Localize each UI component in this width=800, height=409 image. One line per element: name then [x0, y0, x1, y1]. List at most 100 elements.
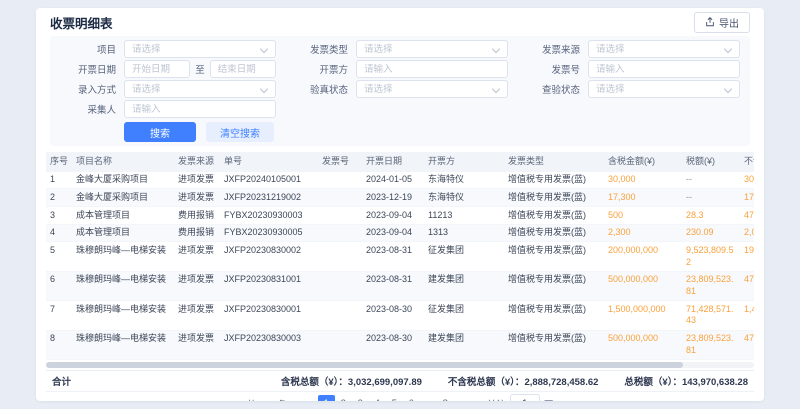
filter-verify-status-select-input[interactable] — [364, 84, 500, 95]
filter-field-entry-method: 录入方式 — [60, 80, 276, 98]
cell-type: 增值税专用发票(蓝) — [504, 172, 604, 189]
cell-issuer: 征发集团 — [424, 301, 504, 329]
pagination-page-2[interactable]: 2 — [335, 395, 352, 401]
filter-invoice-source-select[interactable] — [588, 40, 740, 58]
cell-order_no: FYBX20230930003 — [220, 207, 318, 224]
pagination-ellipsis[interactable]: ... — [420, 395, 437, 401]
pagination-page-1[interactable]: 1 — [318, 395, 335, 401]
filter-invoice-source-select-input[interactable] — [596, 44, 732, 55]
pagination-next-button[interactable]: › — [457, 395, 474, 401]
filter-grid: 项目发票类型发票来源开票日期至开票方发票号录入方式验真状态查验状态采集人 — [60, 40, 740, 118]
cell-tax: -- — [682, 172, 740, 189]
filter-label-invoice-no: 发票号 — [524, 62, 580, 76]
export-button[interactable]: 导出 — [694, 12, 750, 33]
filter-entry-method-select-input[interactable] — [132, 84, 268, 95]
filter-field-issuer: 开票方 — [292, 60, 508, 78]
horizontal-scrollbar-thumb[interactable] — [46, 362, 683, 368]
export-icon — [705, 17, 715, 27]
filter-invoice-date-start[interactable] — [124, 60, 190, 78]
cell-amount_with_tax: 500,000,000 — [604, 331, 682, 359]
filter-invoice-type-select[interactable] — [356, 40, 508, 58]
pagination-page-8[interactable]: 8 — [437, 395, 454, 401]
filter-issuer-input-input[interactable] — [364, 64, 500, 75]
filter-collector-input[interactable] — [124, 100, 276, 118]
filter-field-invoice-source: 发票来源 — [524, 40, 740, 58]
cell-date: 2023-09-04 — [362, 225, 424, 242]
filter-invoice-date-end-input[interactable] — [218, 64, 268, 75]
summary-tax-value: 143,970,638.28 — [682, 377, 748, 388]
filter-issuer-input[interactable] — [356, 60, 508, 78]
column-header-amount_without_tax: 不含税金额(¥) — [740, 152, 754, 172]
cell-project: 成本管理项目 — [72, 207, 174, 224]
filter-invoice-no-input[interactable] — [588, 60, 740, 78]
cell-order_no: JXFP20230830003 — [220, 331, 318, 359]
column-header-invoice_no: 发票号 — [318, 152, 362, 172]
cell-tax: 23,809,523.81 — [682, 272, 740, 300]
table-header-clip: 序号项目名称发票来源单号发票号开票日期开票方发票类型含税金额(¥)税额(¥)不含… — [46, 152, 754, 172]
filter-verify-status-select[interactable] — [356, 80, 508, 98]
cell-type: 增值税专用发票(蓝) — [504, 272, 604, 300]
cell-date: 2023-08-31 — [362, 272, 424, 300]
pagination-page-4[interactable]: 4 — [369, 395, 386, 401]
column-header-index: 序号 — [46, 152, 72, 172]
filter-label-invoice-source: 发票来源 — [524, 42, 580, 56]
filter-invoice-no-input-input[interactable] — [596, 64, 732, 75]
cell-type: 增值税专用发票(蓝) — [504, 189, 604, 206]
filter-project-select[interactable] — [124, 40, 276, 58]
cell-index: 3 — [46, 207, 72, 224]
pagination-prev-button[interactable]: ‹ — [298, 395, 315, 401]
pagination-page-6[interactable]: 6 — [403, 395, 420, 401]
cell-tax: 28.3 — [682, 207, 740, 224]
goto-page-input[interactable] — [510, 394, 540, 401]
cell-issuer: 11213 — [424, 207, 504, 224]
cell-tax: 71,428,571.43 — [682, 301, 740, 329]
cell-date: 2023-08-30 — [362, 331, 424, 359]
filter-field-collector: 采集人 — [60, 100, 276, 118]
filter-collector-input-input[interactable] — [132, 104, 268, 115]
pagination-page-5[interactable]: 5 — [386, 395, 403, 401]
page-title: 收票明细表 — [50, 13, 113, 32]
cell-project: 珠穆朗玛峰—电梯安装 — [72, 301, 174, 329]
cell-date: 2023-08-30 — [362, 301, 424, 329]
cell-invoice_no — [318, 331, 362, 359]
cell-index: 2 — [46, 189, 72, 206]
filter-field-project: 项目 — [60, 40, 276, 58]
cell-order_no: JXFP20230830002 — [220, 242, 318, 270]
cell-tax: 230.09 — [682, 225, 740, 242]
filter-invoice-date-end[interactable] — [210, 60, 276, 78]
filter-label-collector: 采集人 — [60, 102, 116, 116]
cell-invoice_no — [318, 225, 362, 242]
horizontal-scrollbar[interactable] — [46, 362, 754, 368]
filter-entry-method-select[interactable] — [124, 80, 276, 98]
summary-without-tax-label: 不含税总额（¥）： — [448, 377, 525, 388]
search-button[interactable]: 搜索 — [124, 122, 196, 142]
cell-type: 增值税专用发票(蓝) — [504, 301, 604, 329]
summary-without-tax-value: 2,888,728,458.62 — [524, 377, 598, 388]
filter-project-select-input[interactable] — [132, 44, 268, 55]
cell-invoice_no — [318, 242, 362, 270]
cell-index: 8 — [46, 331, 72, 359]
cell-tax: 23,809,523.81 — [682, 331, 740, 359]
cell-date: 2023-12-19 — [362, 189, 424, 206]
export-button-label: 导出 — [719, 15, 739, 30]
filter-invoice-type-select-input[interactable] — [364, 44, 500, 55]
page-header: 收票明细表 导出 — [36, 8, 764, 36]
clear-search-button[interactable]: 清空搜索 — [206, 122, 274, 142]
summary-with-tax: 含税总额（¥）：3,032,699,097.89 — [281, 374, 422, 388]
cell-type: 增值税专用发票(蓝) — [504, 242, 604, 270]
cell-amount_without_tax: 471.7 — [740, 207, 754, 224]
filter-check-status-select-input[interactable] — [596, 84, 732, 95]
pagination-page-3[interactable]: 3 — [352, 395, 369, 401]
table-row: 1金峰大厦采购项目进项发票JXFP202401050012024-01-05东海… — [46, 172, 754, 190]
cell-amount_without_tax: 476,190,476.19 — [740, 331, 754, 359]
cell-source: 进项发票 — [174, 242, 220, 270]
column-header-date: 开票日期 — [362, 152, 424, 172]
cell-amount_with_tax: 500 — [604, 207, 682, 224]
summary-tax-label: 总税额（¥）： — [624, 377, 682, 388]
filter-invoice-date-start-input[interactable] — [132, 64, 182, 75]
cell-issuer: 1313 — [424, 225, 504, 242]
filter-check-status-select[interactable] — [588, 80, 740, 98]
column-header-project: 项目名称 — [72, 152, 174, 172]
summary-total-label: 合计 — [52, 374, 71, 388]
column-header-source: 发票来源 — [174, 152, 220, 172]
